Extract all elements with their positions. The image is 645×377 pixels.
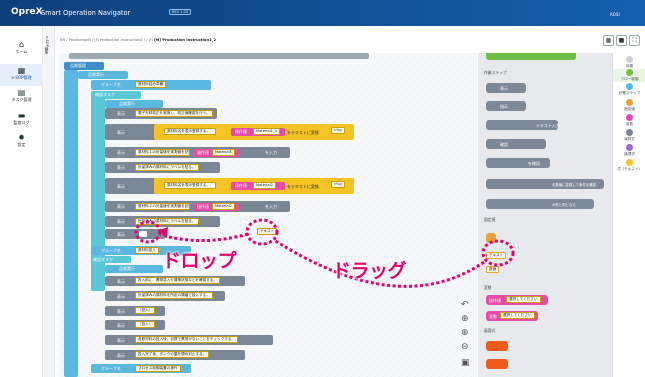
zoom-out-icon[interactable]: ⊖ bbox=[461, 342, 469, 352]
expand-icon: ⛶ bbox=[632, 37, 637, 44]
user-menu[interactable]: ROSI bbox=[610, 12, 620, 17]
block-workspace[interactable]: 品質管理 品質実行 グループ名 原材料詰め準備 確認タスク 品質実行 表示 電子天秤… bbox=[59, 53, 477, 377]
app-header: OpreX Smart Operation Navigator REV 1.03… bbox=[0, 0, 645, 26]
undo-icon[interactable]: ↶ bbox=[461, 300, 469, 310]
brand-logo: OpreX bbox=[11, 7, 43, 17]
sub-row-6[interactable]: 表示 投入完了後、タンクの蓋を閉め封止する。 bbox=[105, 350, 245, 360]
save-icon: ■ bbox=[618, 37, 625, 44]
empty-socket[interactable] bbox=[139, 231, 147, 237]
sidebar: ⌂ ホーム ▦ e-SOP管理 ▤ タスク管理 ▬ 監査ログ ✹ 設定 bbox=[0, 26, 43, 377]
sidebar-item-log[interactable]: ▬ 監査ログ bbox=[0, 111, 43, 126]
breadcrumb: EN / ProductionB / [f] Production Instru… bbox=[60, 38, 217, 42]
sop-icon: ▦ bbox=[17, 66, 26, 75]
block-check-task[interactable]: 確認タスク bbox=[91, 91, 141, 99]
grid-view-button[interactable]: ▦ bbox=[603, 35, 614, 46]
gear-icon: ✹ bbox=[18, 133, 25, 142]
breadcrumb-current: [M] Production Instruction2_2 bbox=[154, 38, 217, 42]
sidebar-item-settings[interactable]: ✹ 設定 bbox=[0, 133, 43, 148]
step-row-7[interactable]: 表示 計量済みの原材料にラベルを貼る。 bbox=[105, 216, 220, 227]
dropped-text-block[interactable]: テキスト bbox=[257, 228, 278, 235]
block-group-3[interactable]: グループ名 プロセス制御装置の操作 bbox=[91, 364, 191, 373]
block-procedure[interactable]: 品質管理 bbox=[64, 62, 104, 70]
category-variable[interactable]: 変数 bbox=[613, 114, 645, 127]
category-list: 待機 フロー制御 作業ステップ 固定値 変数 演算式 論理式 式（テキスト） bbox=[612, 53, 645, 377]
log-icon: ▬ bbox=[17, 111, 26, 120]
category-step[interactable]: 作業ステップ bbox=[613, 83, 645, 96]
palette-show[interactable]: 表示 bbox=[486, 83, 526, 93]
grid-icon: ▦ bbox=[605, 37, 612, 44]
step-row-1[interactable]: 表示 電子天秤校正を実施し、校正値確認を行う。 bbox=[105, 108, 217, 119]
version-badge: REV 1.03 bbox=[169, 9, 191, 15]
block-group[interactable]: グループ名 原材料詰め準備 bbox=[91, 80, 211, 90]
palette-check[interactable]: を確認 bbox=[486, 158, 550, 168]
palette-confirm[interactable]: 確認 bbox=[486, 139, 546, 149]
home-icon: ⌂ bbox=[18, 40, 25, 49]
trash-icon[interactable]: ▣ bbox=[461, 358, 470, 368]
var-block-1[interactable]: 操作値 Material1_a bbox=[231, 128, 285, 136]
category-flow[interactable]: フロー制御 bbox=[613, 69, 645, 82]
step-row-4[interactable]: 表示 計量済みの原材料にラベルを貼る。 bbox=[105, 162, 220, 173]
category-wait[interactable]: 待機 bbox=[613, 56, 645, 69]
sub-row-2[interactable]: 表示 計量済みの原材料を所定の順番で投入する。 bbox=[105, 291, 225, 301]
sidebar-item-task[interactable]: ▤ タスク管理 bbox=[0, 88, 43, 103]
app-name: Smart Operation Navigator bbox=[41, 9, 131, 17]
palette-if-same[interactable]: が前と同じなら bbox=[486, 199, 594, 209]
block-step-run[interactable]: 品質実行 bbox=[105, 100, 163, 108]
sub-row-1[interactable]: 表示 投入前に、異物混入や清掃状態などを確認する。 bbox=[105, 276, 245, 286]
step-row-8[interactable]: 表示 bbox=[105, 229, 165, 239]
task-icon: ▤ bbox=[17, 88, 26, 97]
palette-instruct[interactable]: 指示 bbox=[486, 101, 526, 111]
collapsed-panel[interactable]: e-SOP編集 bbox=[43, 26, 55, 377]
sidebar-item-home[interactable]: ⌂ ホーム bbox=[0, 40, 43, 55]
drag-label: ドラッグ bbox=[332, 260, 407, 282]
block-step[interactable]: 品質実行 bbox=[78, 71, 128, 79]
collapsed-panel-label: e-SOP編集 bbox=[45, 36, 49, 54]
palette-input[interactable]: テキスト入力 bbox=[486, 120, 560, 130]
save-button[interactable]: ■ bbox=[616, 35, 627, 46]
category-calc[interactable]: 演算式 bbox=[613, 129, 645, 142]
drop-label: ドロップ bbox=[162, 250, 237, 272]
category-fixed[interactable]: 固定値 bbox=[613, 99, 645, 112]
category-logic[interactable]: 論理式 bbox=[613, 144, 645, 157]
expand-button[interactable]: ⛶ bbox=[629, 35, 640, 46]
block-palette: 作業ステップ 表示 指示 テキスト入力 確認 を確認 を数値に変換して条件を確認… bbox=[478, 53, 612, 377]
zoom-in-icon[interactable]: ⊕ bbox=[461, 328, 469, 338]
sidebar-item-sop[interactable]: ▦ e-SOP管理 bbox=[0, 64, 43, 86]
palette-text-block[interactable]: テキスト bbox=[486, 252, 507, 259]
palette-convert[interactable]: を数値に変換して条件を確認 bbox=[486, 179, 604, 189]
sub-row-5[interactable]: 表示 各原材料の投入後、目視で異常がないことをチェックする。 bbox=[105, 335, 273, 345]
category-text-expr[interactable]: 式（テキスト） bbox=[613, 159, 645, 172]
var-block-2[interactable]: 操作値 Material2 bbox=[231, 182, 285, 190]
center-icon[interactable]: ⊕ bbox=[461, 314, 469, 324]
